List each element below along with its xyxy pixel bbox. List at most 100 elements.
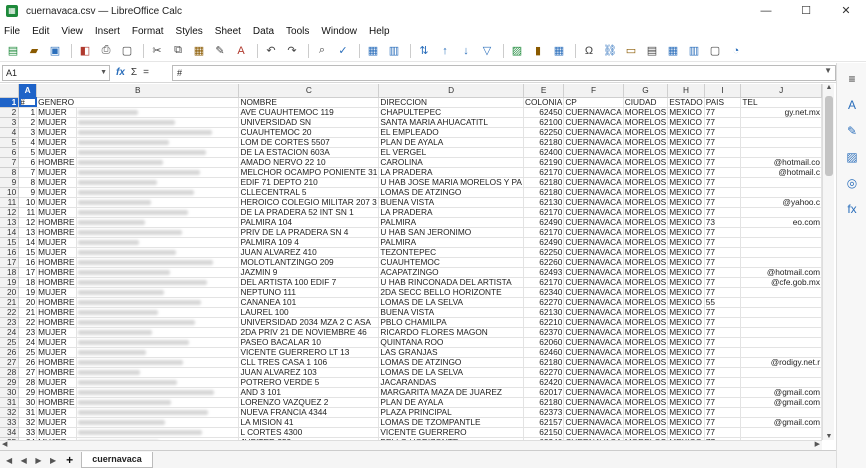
cell-f18[interactable]: 62493 xyxy=(523,267,565,278)
vertical-scrollbar[interactable]: ▲ ▼ xyxy=(822,84,834,440)
cell-d12[interactable]: DE LA PRADERA 52 INT SN 1 xyxy=(238,207,380,218)
sheet-tab-cuernavaca[interactable]: cuernavaca xyxy=(81,451,153,468)
cell-j11[interactable]: 77 xyxy=(704,197,742,208)
cell-a2[interactable]: 1 xyxy=(18,107,38,118)
cell-a31[interactable]: 30 xyxy=(18,397,38,408)
cell-k2[interactable]: gy.net.mx xyxy=(740,107,822,118)
cell-k19[interactable]: @cfe.gob.mx xyxy=(740,277,822,288)
cell-h9[interactable]: MORELOS xyxy=(623,177,669,188)
row-header[interactable]: 2 xyxy=(0,107,20,118)
cell-i14[interactable]: MEXICO xyxy=(667,227,705,238)
cell-f21[interactable]: 62270 xyxy=(523,297,565,308)
row-header[interactable]: 26 xyxy=(0,347,20,358)
cell-j18[interactable]: 77 xyxy=(704,267,742,278)
cell-redacted[interactable] xyxy=(76,377,240,388)
cell-d28[interactable]: JUAN ALVAREZ 103 xyxy=(238,367,380,378)
cell-j34[interactable]: 77 xyxy=(704,427,742,438)
clear-formatting-icon[interactable]: A xyxy=(232,43,250,59)
cell-redacted[interactable] xyxy=(76,187,240,198)
cell-i24[interactable]: MEXICO xyxy=(667,327,705,338)
cell-d9[interactable]: EDIF 71 DEPTO 210 xyxy=(238,177,380,188)
cell-i29[interactable]: MEXICO xyxy=(667,377,705,388)
add-sheet-button[interactable]: + xyxy=(66,453,73,467)
cell-g8[interactable]: CUERNAVACA xyxy=(563,167,624,178)
cell-f27[interactable]: 62180 xyxy=(523,357,565,368)
cell-e10[interactable]: LOMAS DE ATZINGO xyxy=(378,187,524,198)
cell-b33[interactable]: MUJER xyxy=(36,417,77,428)
styles-icon[interactable]: ✎ xyxy=(842,121,862,141)
cell-b27[interactable]: HOMBRE xyxy=(36,357,77,368)
menu-file[interactable]: File xyxy=(4,26,20,37)
cell-b12[interactable]: MUJER xyxy=(36,207,77,218)
cell-d31[interactable]: LORENZO VAZQUEZ 2 xyxy=(238,397,380,408)
cell-j32[interactable]: 77 xyxy=(704,407,742,418)
cell-g10[interactable]: CUERNAVACA xyxy=(563,187,624,198)
column-header-c[interactable]: C xyxy=(238,84,380,98)
cell-d17[interactable]: MOLOTLANTZINGO 209 xyxy=(238,257,380,268)
define-print-area-icon[interactable]: ▦ xyxy=(664,43,682,59)
cell-d13[interactable]: PALMIRA 104 xyxy=(238,217,380,228)
cell-i20[interactable]: MEXICO xyxy=(667,287,705,298)
comment-icon[interactable]: ▭ xyxy=(622,43,640,59)
cell-j31[interactable]: 77 xyxy=(704,397,742,408)
cell-j6[interactable]: 77 xyxy=(704,147,742,158)
menu-data[interactable]: Data xyxy=(253,26,274,37)
cell-f6[interactable]: 62400 xyxy=(523,147,565,158)
cell-h28[interactable]: MORELOS xyxy=(623,367,669,378)
cell-d32[interactable]: NUEVA FRANCIA 4344 xyxy=(238,407,380,418)
row-header[interactable]: 21 xyxy=(0,297,20,308)
cell-k28[interactable] xyxy=(740,367,822,378)
column-header-i[interactable]: I xyxy=(704,84,742,98)
cell-k3[interactable] xyxy=(740,117,822,128)
cell-g15[interactable]: CUERNAVACA xyxy=(563,237,624,248)
cell-h8[interactable]: MORELOS xyxy=(623,167,669,178)
cell-e32[interactable]: PLAZA PRINCIPAL xyxy=(378,407,524,418)
row-header[interactable]: 1 xyxy=(0,97,20,108)
new-icon[interactable]: ▤ xyxy=(4,43,22,59)
cell-b9[interactable]: MUJER xyxy=(36,177,77,188)
cell-b11[interactable]: MUJER xyxy=(36,197,77,208)
cell-a17[interactable]: 16 xyxy=(18,257,38,268)
cell-e6[interactable]: EL VERGEL xyxy=(378,147,524,158)
row-header[interactable]: 34 xyxy=(0,427,20,438)
cell-b18[interactable]: HOMBRE xyxy=(36,267,77,278)
cell-a9[interactable]: 8 xyxy=(18,177,38,188)
undo-icon[interactable]: ↶ xyxy=(262,43,280,59)
cell-b31[interactable]: HOMBRE xyxy=(36,397,77,408)
cell-i32[interactable]: MEXICO xyxy=(667,407,705,418)
row-header[interactable]: 17 xyxy=(0,257,20,268)
cell-h17[interactable]: MORELOS xyxy=(623,257,669,268)
cell-a19[interactable]: 18 xyxy=(18,277,38,288)
cell-k18[interactable]: @hotmail.com xyxy=(740,267,822,278)
spelling-icon[interactable]: ✓ xyxy=(334,43,352,59)
cell-d27[interactable]: CLL TRES CASA 1 106 xyxy=(238,357,380,368)
cell-redacted[interactable] xyxy=(76,117,240,128)
cell-b3[interactable]: MUJER xyxy=(36,117,77,128)
cell-b8[interactable]: MUJER xyxy=(36,167,77,178)
cell-g24[interactable]: CUERNAVACA xyxy=(563,327,624,338)
cell-b6[interactable]: MUJER xyxy=(36,147,77,158)
cell-e34[interactable]: VICENTE GUERRERO xyxy=(378,427,524,438)
cell-e3[interactable]: SANTA MARIA AHUACATITL xyxy=(378,117,524,128)
cell-i7[interactable]: MEXICO xyxy=(667,157,705,168)
cell-b16[interactable]: MUJER xyxy=(36,247,77,258)
open-icon[interactable]: ▰ xyxy=(25,43,43,59)
expand-formula-bar-icon[interactable]: ▼ xyxy=(824,66,832,75)
cell-d8[interactable]: MELCHOR OCAMPO PONIENTE 31 xyxy=(238,167,380,178)
cell-redacted[interactable] xyxy=(76,247,240,258)
cell-g7[interactable]: CUERNAVACA xyxy=(563,157,624,168)
cell-f10[interactable]: 62180 xyxy=(523,187,565,198)
cell-h18[interactable]: MORELOS xyxy=(623,267,669,278)
cell-a27[interactable]: 26 xyxy=(18,357,38,368)
cell-a7[interactable]: 6 xyxy=(18,157,38,168)
cell-e1[interactable]: COLONIA xyxy=(523,97,565,108)
cell-e5[interactable]: PLAN DE AYALA xyxy=(378,137,524,148)
cell-i27[interactable]: MEXICO xyxy=(667,357,705,368)
cell-redacted[interactable] xyxy=(76,137,240,148)
cell-h14[interactable]: MORELOS xyxy=(623,227,669,238)
cell-f22[interactable]: 62130 xyxy=(523,307,565,318)
cell-e11[interactable]: BUENA VISTA xyxy=(378,197,524,208)
cell-b10[interactable]: MUJER xyxy=(36,187,77,198)
cell-g4[interactable]: CUERNAVACA xyxy=(563,127,624,138)
insert-image-icon[interactable]: ▨ xyxy=(508,43,526,59)
